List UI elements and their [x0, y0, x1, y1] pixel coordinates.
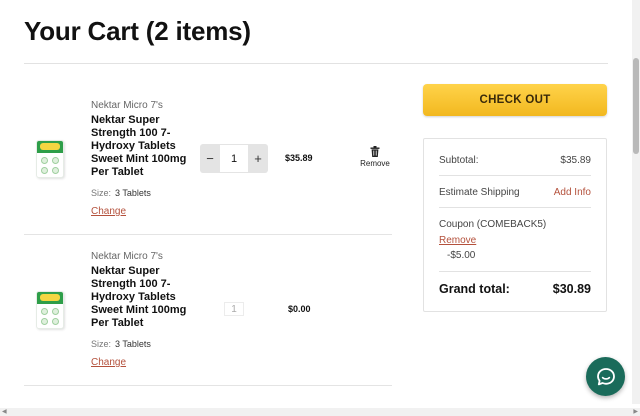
shipping-row: Estimate Shipping Add Info	[439, 187, 591, 198]
order-summary: Subtotal: $35.89 Estimate Shipping Add I…	[423, 138, 607, 312]
coupon-label: Coupon (COMEBACK5)	[439, 219, 547, 230]
trash-icon	[370, 146, 380, 157]
vertical-scrollbar[interactable]	[632, 0, 640, 404]
subtotal-value: $35.89	[560, 155, 591, 166]
summary-divider	[439, 207, 591, 208]
increase-quantity-button[interactable]: +	[248, 144, 268, 173]
product-thumbnail[interactable]	[36, 140, 64, 178]
scroll-right-icon[interactable]: ▶	[633, 408, 638, 415]
product-name[interactable]: Nektar Super Strength 100 7-Hydroxy Tabl…	[91, 114, 187, 179]
product-brand: Nektar Micro 7's	[91, 100, 163, 111]
grand-total-label: Grand total:	[439, 282, 510, 296]
quantity-input[interactable]: 1	[220, 144, 248, 173]
decrease-quantity-button[interactable]: −	[200, 144, 220, 173]
title-divider	[24, 63, 608, 64]
scroll-left-icon[interactable]: ◀	[2, 408, 7, 415]
chat-bubble-icon	[596, 367, 615, 385]
cart-item: Nektar Micro 7's Nektar Super Strength 1…	[24, 84, 392, 235]
product-name[interactable]: Nektar Super Strength 100 7-Hydroxy Tabl…	[91, 265, 187, 330]
size-value: 3 Tablets	[115, 188, 151, 198]
change-link[interactable]: Change	[91, 206, 126, 217]
change-link[interactable]: Change	[91, 357, 126, 368]
coupon-discount: -$5.00	[447, 250, 476, 261]
product-size: Size: 3 Tablets	[91, 188, 151, 198]
remove-coupon-link[interactable]: Remove	[439, 235, 476, 246]
horizontal-scrollbar[interactable]: ◀ ▶	[0, 408, 640, 416]
summary-divider	[439, 175, 591, 176]
product-thumbnail[interactable]	[36, 291, 64, 329]
grand-total-value: $30.89	[552, 282, 591, 296]
quantity-display: 1	[224, 302, 244, 316]
quantity-stepper: − 1 +	[200, 144, 268, 173]
scrollbar-thumb[interactable]	[633, 58, 639, 154]
chat-button[interactable]	[586, 357, 625, 396]
subtotal-row: Subtotal: $35.89	[439, 155, 591, 166]
subtotal-label: Subtotal:	[439, 155, 479, 166]
remove-button[interactable]: Remove	[358, 146, 392, 168]
size-value: 3 Tablets	[115, 339, 151, 349]
product-brand: Nektar Micro 7's	[91, 251, 163, 262]
size-label: Size:	[91, 339, 112, 349]
summary-divider	[439, 271, 591, 272]
checkout-button[interactable]: CHECK OUT	[423, 84, 607, 116]
size-label: Size:	[91, 188, 112, 198]
shipping-label: Estimate Shipping	[439, 187, 520, 198]
product-size: Size: 3 Tablets	[91, 339, 151, 349]
item-price: $35.89	[285, 153, 313, 163]
page-title: Your Cart (2 items)	[24, 16, 251, 46]
grand-total-row: Grand total: $30.89	[439, 282, 591, 296]
remove-label: Remove	[360, 159, 390, 168]
add-shipping-info-link[interactable]: Add Info	[554, 187, 591, 198]
item-price: $0.00	[288, 304, 311, 314]
cart-item: Nektar Micro 7's Nektar Super Strength 1…	[24, 235, 392, 386]
